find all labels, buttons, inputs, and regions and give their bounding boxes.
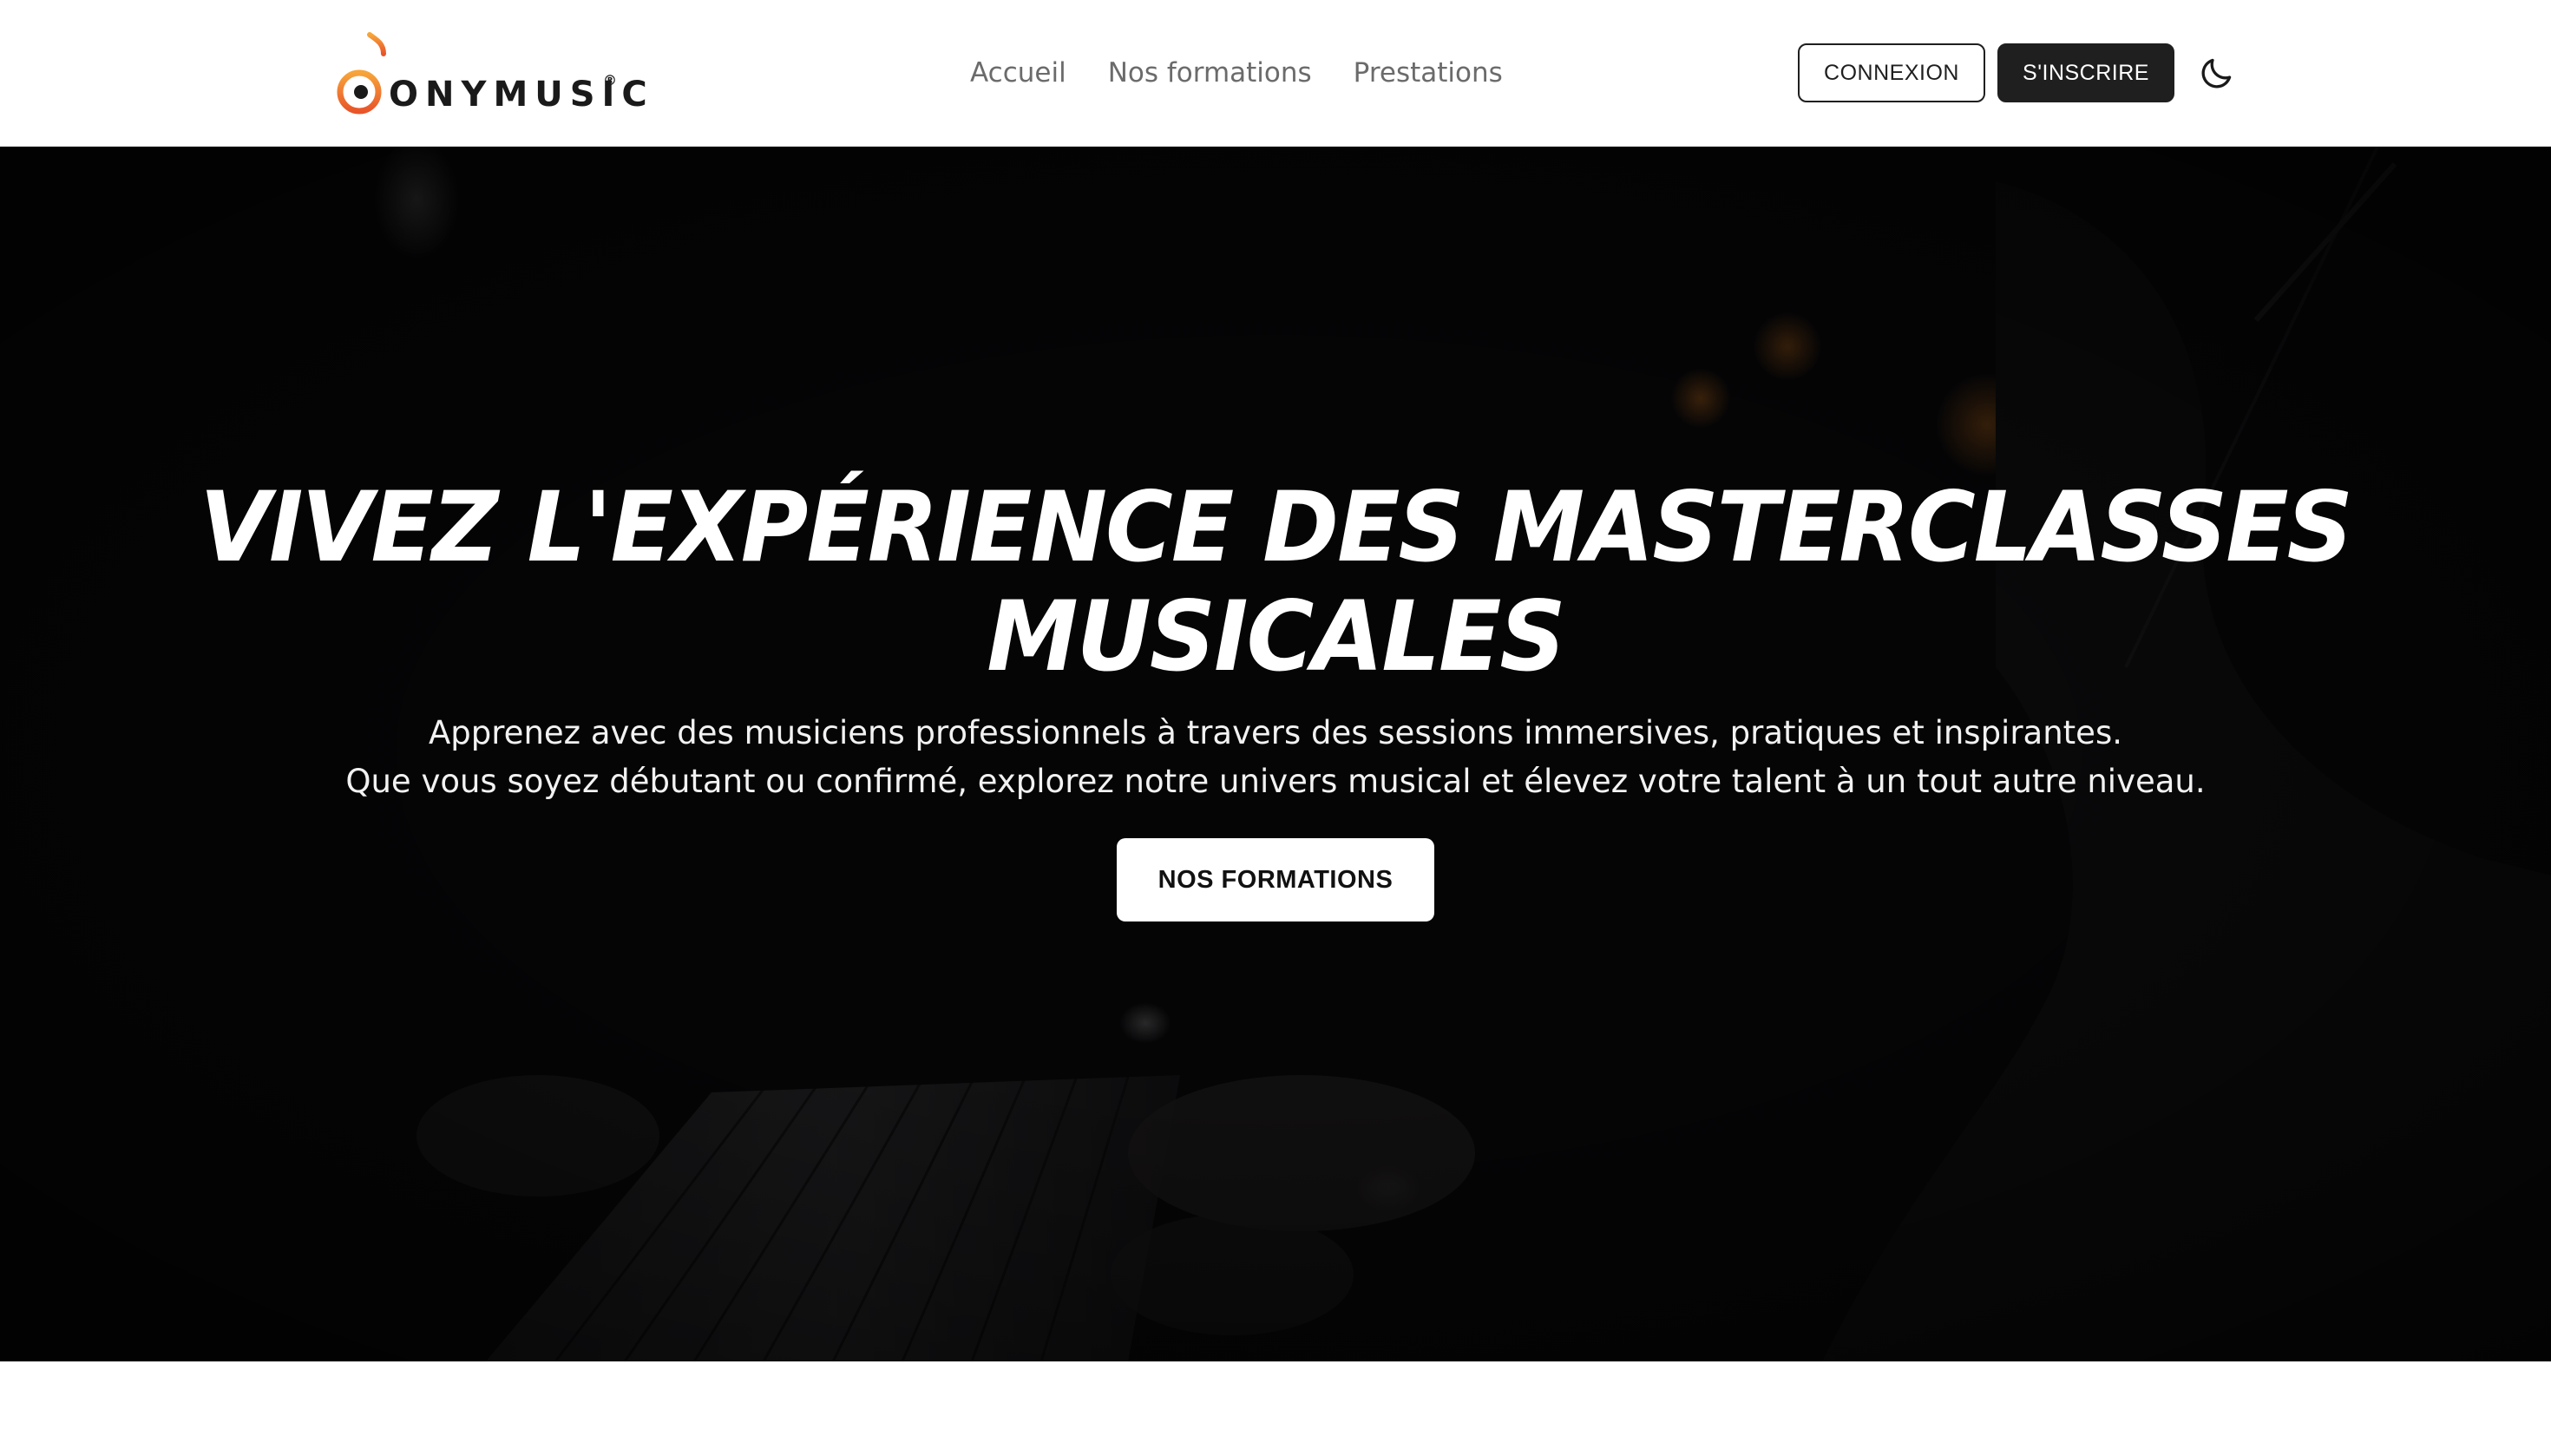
site-header: ONYMUSIC ® Accueil Nos formations Presta…: [0, 0, 2551, 147]
nav-link-accueil[interactable]: Accueil: [970, 52, 1066, 94]
music-note-d-icon: [337, 31, 386, 115]
hero-subtitle-line-2: Que vous soyez débutant ou confirmé, exp…: [345, 763, 2206, 800]
brand-logo[interactable]: ONYMUSIC ®: [335, 31, 647, 118]
page: ONYMUSIC ® Accueil Nos formations Presta…: [0, 0, 2551, 1456]
hero-title-line-2: musicales: [987, 580, 1565, 693]
main-nav: Accueil Nos formations Prestations: [970, 52, 1503, 94]
hero-subtitle: Apprenez avec des musiciens professionne…: [0, 709, 2551, 806]
signup-button[interactable]: S'INSCRIRE: [1997, 43, 2174, 102]
hero-subtitle-line-1: Apprenez avec des musiciens professionne…: [429, 714, 2122, 751]
registered-mark: ®: [603, 72, 617, 89]
nav-link-nos-formations[interactable]: Nos formations: [1108, 52, 1312, 94]
hero-title-line-1: Vivez l'expérience des masterclasses: [199, 470, 2353, 584]
nos-formations-button[interactable]: NOS FORMATIONS: [1117, 838, 1434, 921]
theme-toggle-button[interactable]: [2194, 51, 2239, 96]
login-button[interactable]: CONNEXION: [1798, 43, 1985, 102]
hero-title: Vivez l'expérience des masterclasses mus…: [0, 470, 2551, 693]
moon-icon: [2201, 58, 2232, 89]
hero-section: Vivez l'expérience des masterclasses mus…: [0, 147, 2551, 1361]
nav-link-prestations[interactable]: Prestations: [1354, 52, 1503, 94]
